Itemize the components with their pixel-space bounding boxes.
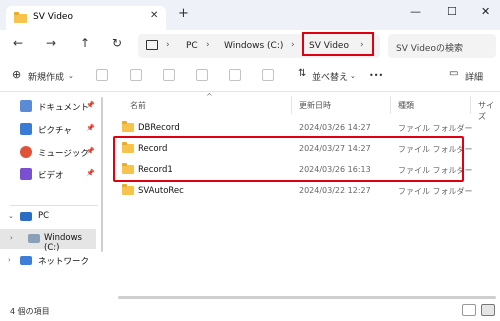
sidebar-item-windows-c[interactable]: › Windows (C:) bbox=[0, 229, 96, 253]
pin-icon: 📌 bbox=[86, 101, 95, 109]
column-header-date[interactable]: 更新日時 bbox=[299, 100, 331, 111]
sidebar-item-pictures[interactable]: ピクチャ 📌 bbox=[0, 120, 100, 140]
sidebar-item-documents[interactable]: ドキュメント 📌 bbox=[0, 97, 100, 117]
item-count: 4 個の項目 bbox=[10, 307, 50, 316]
file-explorer-window: SV Video ✕ + — ☐ ✕ ← → ↑ ↻ › PC › Window… bbox=[0, 0, 500, 321]
sidebar-item-label: ミュージック bbox=[38, 149, 89, 159]
new-button[interactable]: 新規作成 bbox=[28, 70, 64, 83]
cut-icon[interactable] bbox=[96, 69, 108, 81]
computer-icon bbox=[146, 40, 158, 50]
sidebar-item-pc[interactable]: ⌄ PC bbox=[0, 207, 100, 227]
documents-icon bbox=[20, 100, 32, 112]
music-icon bbox=[20, 146, 32, 158]
divider bbox=[10, 205, 98, 206]
share-icon[interactable] bbox=[229, 69, 241, 81]
chevron-down-icon: ⌄ bbox=[350, 72, 356, 80]
file-type: ファイル フォルダー bbox=[398, 124, 473, 133]
sidebar-item-videos[interactable]: ビデオ 📌 bbox=[0, 165, 100, 185]
maximize-button[interactable]: ☐ bbox=[447, 5, 457, 18]
navigation-bar: ← → ↑ ↻ › PC › Windows (C:) › SV Video ›… bbox=[0, 30, 500, 60]
tiles-view-icon[interactable] bbox=[481, 304, 495, 316]
sidebar-item-network[interactable]: › ネットワーク bbox=[0, 251, 100, 271]
tab-title: SV Video bbox=[33, 12, 73, 22]
details-pane-icon: ▭ bbox=[449, 68, 459, 79]
file-type: ファイル フォルダー bbox=[398, 187, 473, 196]
sidebar-item-label: ドキュメント bbox=[38, 103, 90, 113]
chevron-right-icon: › bbox=[291, 40, 295, 50]
sidebar-item-label: Windows (C:) bbox=[44, 233, 82, 253]
file-name: DBRecord bbox=[138, 123, 180, 133]
file-list: ^ 名前 更新日時 種類 サイズ DBRecord 2024/03/26 14:… bbox=[108, 92, 500, 300]
pin-icon: 📌 bbox=[86, 169, 95, 177]
status-bar: 4 個の項目 bbox=[0, 300, 500, 321]
file-date: 2024/03/22 12:27 bbox=[299, 186, 371, 195]
chevron-right-icon[interactable]: › bbox=[8, 256, 11, 264]
close-window-button[interactable]: ✕ bbox=[481, 5, 490, 18]
horizontal-scrollbar[interactable] bbox=[118, 296, 496, 299]
breadcrumb-pc[interactable]: PC bbox=[186, 41, 198, 51]
table-row[interactable]: SVAutoRec 2024/03/22 12:27 ファイル フォルダー bbox=[108, 181, 500, 201]
command-bar: ⊕ 新規作成 ⌄ ⇅ 並べ替え ⌄ ••• ▭ 詳細 bbox=[0, 62, 500, 92]
minimize-button[interactable]: — bbox=[410, 5, 421, 18]
table-row[interactable]: DBRecord 2024/03/26 14:27 ファイル フォルダー bbox=[108, 118, 500, 138]
file-name: SVAutoRec bbox=[138, 186, 184, 196]
sidebar-scrollbar[interactable] bbox=[101, 97, 103, 252]
column-separator[interactable] bbox=[470, 96, 471, 114]
column-separator[interactable] bbox=[291, 96, 292, 114]
sidebar-item-label: ビデオ bbox=[38, 171, 64, 181]
drive-icon bbox=[28, 234, 40, 243]
new-plus-icon: ⊕ bbox=[12, 68, 22, 81]
pin-icon: 📌 bbox=[86, 124, 95, 132]
chevron-right-icon: › bbox=[206, 40, 210, 50]
title-bar: SV Video ✕ + — ☐ ✕ bbox=[0, 0, 500, 30]
new-tab-button[interactable]: + bbox=[178, 6, 189, 21]
sort-icon: ⇅ bbox=[298, 68, 307, 79]
details-view-icon[interactable] bbox=[462, 304, 476, 316]
sidebar-item-music[interactable]: ミュージック 📌 bbox=[0, 143, 100, 163]
chevron-down-icon[interactable]: ⌄ bbox=[8, 212, 14, 220]
pictures-icon bbox=[20, 123, 32, 135]
more-options-button[interactable]: ••• bbox=[369, 71, 383, 80]
paste-icon[interactable] bbox=[163, 69, 175, 81]
pin-icon: 📌 bbox=[86, 147, 95, 155]
sidebar-item-label: ピクチャ bbox=[38, 126, 72, 136]
up-button[interactable]: ↑ bbox=[80, 36, 90, 50]
forward-button[interactable]: → bbox=[46, 36, 56, 50]
current-folder-highlight bbox=[302, 32, 374, 56]
copy-icon[interactable] bbox=[130, 69, 142, 81]
sort-button[interactable]: 並べ替え bbox=[312, 70, 348, 83]
rename-icon[interactable] bbox=[196, 69, 208, 81]
tab-sv-video[interactable]: SV Video ✕ bbox=[6, 6, 166, 30]
file-date: 2024/03/26 14:27 bbox=[299, 123, 371, 132]
search-input[interactable]: SV Videoの検索 bbox=[396, 41, 463, 54]
network-icon bbox=[20, 256, 32, 265]
chevron-right-icon[interactable]: › bbox=[10, 234, 13, 242]
column-header-name[interactable]: 名前 bbox=[130, 100, 146, 111]
videos-icon bbox=[20, 168, 32, 180]
sidebar-item-label: ネットワーク bbox=[38, 257, 90, 267]
back-button[interactable]: ← bbox=[13, 36, 23, 50]
breadcrumb-windows-c[interactable]: Windows (C:) bbox=[224, 41, 283, 51]
selection-highlight-box bbox=[113, 136, 464, 182]
delete-icon[interactable] bbox=[262, 69, 274, 81]
folder-icon bbox=[14, 12, 27, 23]
sidebar-item-label: PC bbox=[38, 211, 50, 221]
tab-close-icon[interactable]: ✕ bbox=[150, 10, 158, 21]
column-header-type[interactable]: 種類 bbox=[398, 100, 414, 111]
sort-caret-icon: ^ bbox=[206, 92, 213, 101]
folder-icon bbox=[122, 184, 134, 195]
folder-icon bbox=[122, 121, 134, 132]
navigation-pane: ドキュメント 📌 ピクチャ 📌 ミュージック 📌 ビデオ 📌 ⌄ PC › Wi… bbox=[0, 92, 104, 300]
refresh-button[interactable]: ↻ bbox=[112, 36, 122, 50]
chevron-down-icon: ⌄ bbox=[68, 72, 74, 80]
column-separator[interactable] bbox=[390, 96, 391, 114]
chevron-right-icon: › bbox=[166, 40, 170, 50]
details-button[interactable]: 詳細 bbox=[465, 70, 483, 83]
search-box[interactable]: SV Videoの検索 bbox=[388, 34, 496, 58]
computer-icon bbox=[20, 212, 32, 221]
